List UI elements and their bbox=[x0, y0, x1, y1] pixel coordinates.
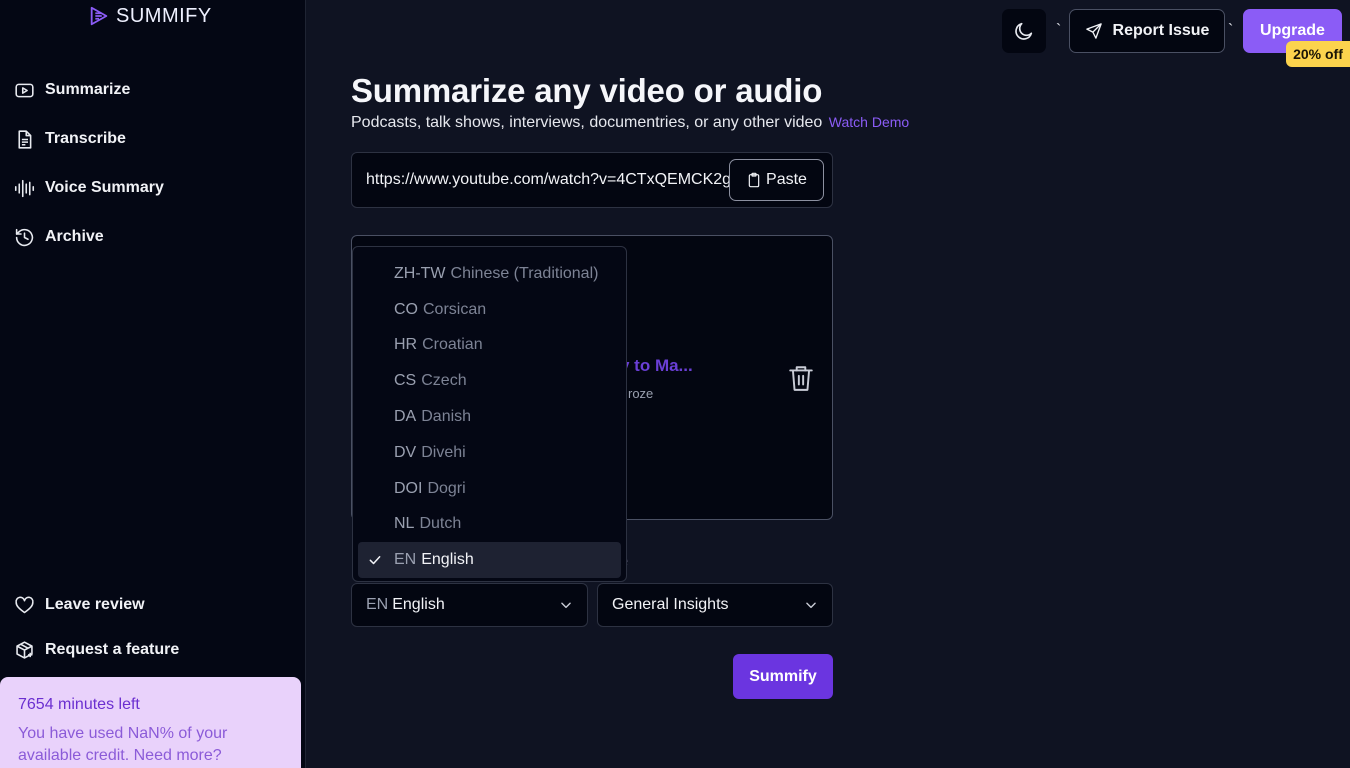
summify-button[interactable]: Summify bbox=[733, 654, 833, 699]
language-select[interactable]: EN English bbox=[351, 583, 588, 627]
upgrade-label: Upgrade bbox=[1260, 22, 1325, 39]
language-option-co[interactable]: CO Corsican bbox=[358, 292, 621, 328]
option-code: ZH-TW bbox=[394, 264, 446, 282]
package-icon bbox=[16, 640, 33, 659]
language-option-doi[interactable]: DOI Dogri bbox=[358, 471, 621, 507]
option-name: Divehi bbox=[421, 443, 466, 461]
option-name: Croatian bbox=[422, 336, 483, 354]
option-code: CO bbox=[394, 300, 418, 318]
option-name: Corsican bbox=[423, 300, 487, 318]
audio-wave-icon bbox=[14, 179, 35, 197]
summify-label: Summify bbox=[749, 667, 817, 685]
option-code: DA bbox=[394, 408, 417, 426]
language-option-en[interactable]: EN English bbox=[358, 542, 621, 579]
summify-logo-icon bbox=[90, 6, 108, 26]
report-issue-button[interactable]: Report Issue bbox=[1069, 9, 1225, 53]
delete-video-button[interactable] bbox=[788, 364, 814, 392]
url-input-container[interactable]: https://www.youtube.com/watch?v=4CTxQEMC… bbox=[351, 152, 833, 208]
sidebar-item-voice-summary[interactable]: Voice Summary bbox=[14, 172, 164, 204]
watch-demo-link[interactable]: Watch Demo bbox=[829, 114, 909, 130]
chevron-down-icon bbox=[561, 602, 571, 609]
play-icon bbox=[15, 83, 34, 97]
option-code: DV bbox=[394, 443, 417, 461]
sidebar-item-label: Voice Summary bbox=[45, 179, 164, 196]
option-code: CS bbox=[394, 372, 417, 390]
backtick-text: ` bbox=[1056, 22, 1062, 39]
check-icon bbox=[369, 556, 381, 565]
backtick-text: ` bbox=[1228, 22, 1234, 39]
option-name: Dogri bbox=[427, 479, 466, 497]
chevron-down-icon bbox=[806, 602, 816, 609]
sidebar-item-label: Leave review bbox=[45, 596, 145, 613]
sidebar: SUMMIFY Summarize Transcribe Voice Summa… bbox=[0, 0, 306, 768]
sidebar-item-request-feature[interactable]: Request a feature bbox=[14, 634, 179, 666]
moon-icon bbox=[1015, 22, 1033, 40]
option-name: Dutch bbox=[419, 515, 462, 533]
sidebar-bottom-nav: Leave review Request a feature bbox=[14, 589, 179, 679]
credits-card[interactable]: 7654 minutes left You have used NaN% of … bbox=[0, 677, 301, 768]
app-logo[interactable]: SUMMIFY bbox=[88, 4, 212, 28]
option-code: EN bbox=[394, 551, 417, 569]
language-option-zh-tw[interactable]: ZH-TW Chinese (Traditional) bbox=[358, 256, 621, 292]
document-icon bbox=[18, 129, 32, 149]
paste-label: Paste bbox=[766, 171, 807, 188]
option-name: English bbox=[421, 551, 474, 569]
video-title[interactable]: y to Ma... bbox=[620, 356, 693, 376]
page-title: Summarize any video or audio bbox=[351, 72, 823, 109]
app-name: SUMMIFY bbox=[116, 4, 212, 27]
history-icon bbox=[15, 228, 34, 246]
option-code: NL bbox=[394, 515, 415, 533]
option-code: DOI bbox=[394, 479, 423, 497]
credits-usage-text: You have used NaN% of your available cre… bbox=[18, 725, 228, 764]
send-icon bbox=[1085, 23, 1102, 39]
subtitle-text: Podcasts, talk shows, interviews, docume… bbox=[351, 114, 823, 131]
report-issue-label: Report Issue bbox=[1112, 22, 1210, 39]
video-author: roze bbox=[628, 386, 654, 401]
trash-icon bbox=[789, 366, 813, 391]
sidebar-nav: Summarize Transcribe Voice Summary Archi… bbox=[14, 74, 164, 270]
summary-mode-select[interactable]: General Insights bbox=[597, 583, 833, 627]
theme-toggle-button[interactable] bbox=[1002, 9, 1046, 53]
sidebar-item-summarize[interactable]: Summarize bbox=[14, 74, 164, 106]
sidebar-item-archive[interactable]: Archive bbox=[14, 221, 164, 253]
sidebar-item-label: Archive bbox=[45, 228, 104, 245]
page-subtitle: Podcasts, talk shows, interviews, docume… bbox=[351, 114, 909, 132]
language-option-hr[interactable]: HR Croatian bbox=[358, 328, 621, 364]
language-option-cs[interactable]: CS Czech bbox=[358, 363, 621, 399]
sidebar-item-leave-review[interactable]: Leave review bbox=[14, 589, 179, 621]
credits-remaining: 7654 minutes left bbox=[18, 696, 140, 713]
sidebar-item-label: Request a feature bbox=[45, 641, 180, 658]
heart-icon bbox=[15, 596, 34, 613]
language-option-dv[interactable]: DV Divehi bbox=[358, 435, 621, 471]
option-name: Danish bbox=[421, 408, 472, 426]
sidebar-item-transcribe[interactable]: Transcribe bbox=[14, 123, 164, 155]
language-option-da[interactable]: DA Danish bbox=[358, 399, 621, 435]
discount-badge: 20% off bbox=[1286, 41, 1350, 67]
paste-button[interactable]: Paste bbox=[729, 159, 824, 201]
option-name: Chinese (Traditional) bbox=[450, 264, 599, 282]
option-code: HR bbox=[394, 336, 418, 354]
clipboard-icon bbox=[748, 172, 760, 188]
language-dropdown[interactable]: ZH-TW Chinese (Traditional) CO Corsican HR… bbox=[352, 246, 627, 582]
language-option-nl[interactable]: NL Dutch bbox=[358, 507, 621, 543]
language-code: EN bbox=[366, 596, 389, 613]
language-select-value: EN English bbox=[366, 596, 445, 614]
summary-mode-value: General Insights bbox=[612, 596, 729, 613]
language-name: English bbox=[392, 596, 445, 613]
sidebar-item-label: Summarize bbox=[45, 81, 131, 98]
option-name: Czech bbox=[421, 372, 467, 390]
sidebar-item-label: Transcribe bbox=[45, 130, 126, 147]
